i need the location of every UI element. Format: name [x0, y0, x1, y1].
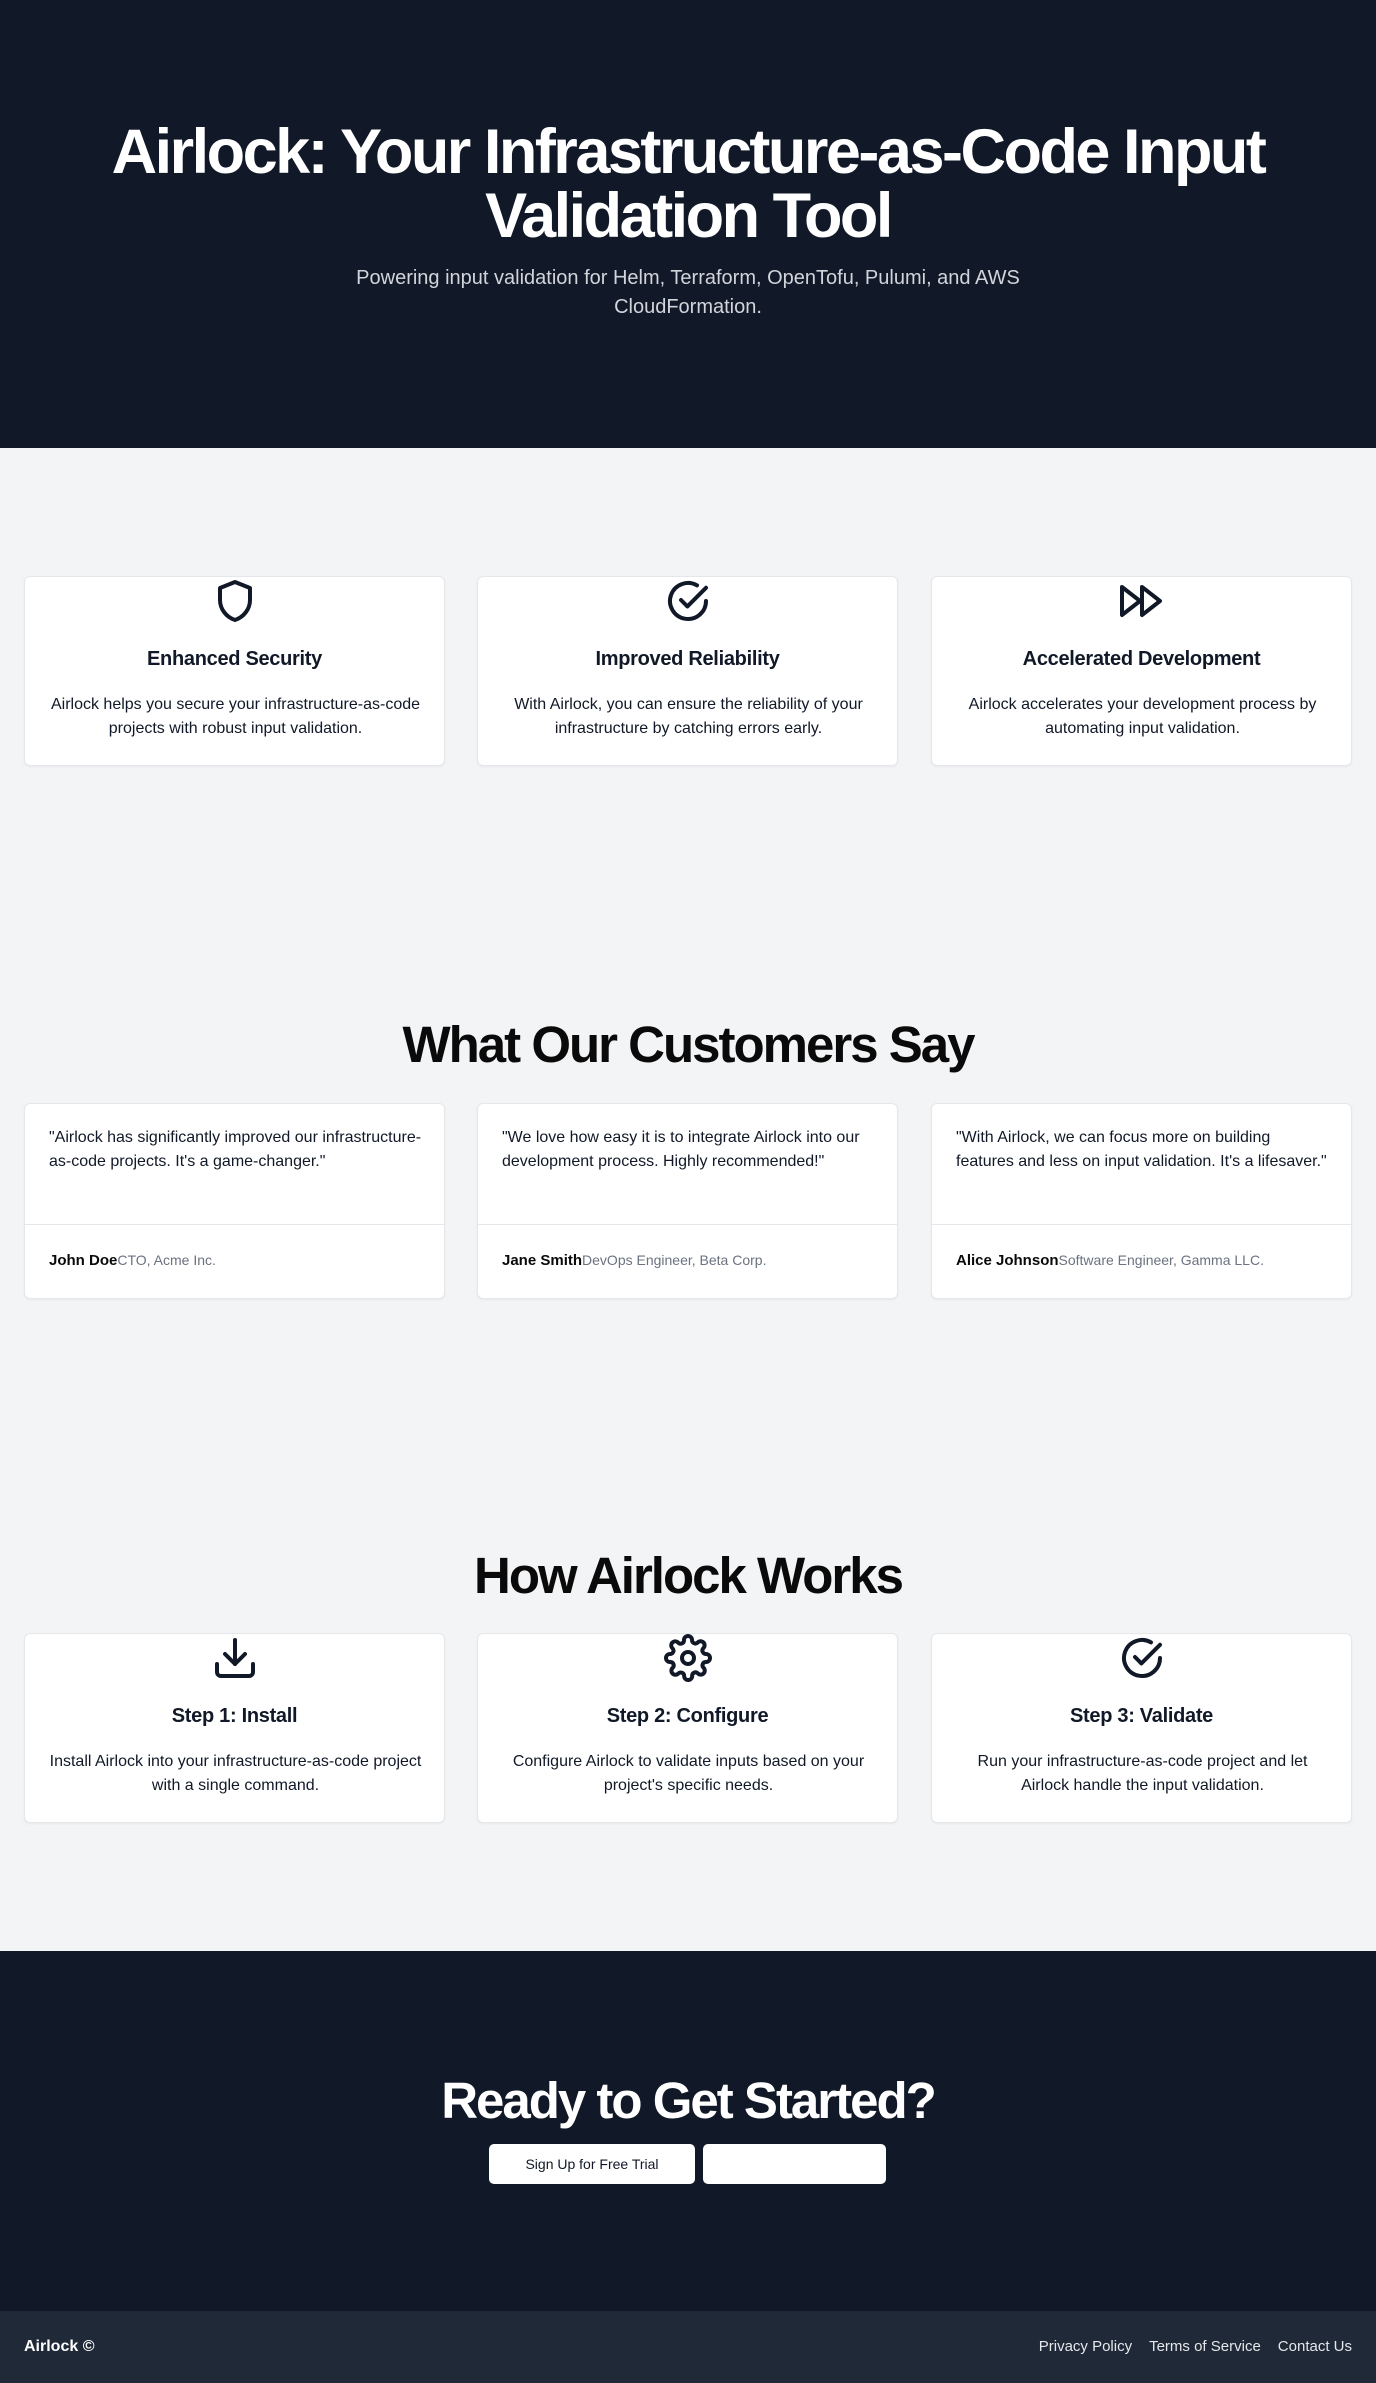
- sign-up-button[interactable]: Sign Up for Free Trial: [489, 2144, 695, 2184]
- feature-description: Airlock helps you secure your infrastruc…: [50, 696, 421, 737]
- testimonial-author: John DoeCTO, Acme Inc.: [49, 1248, 216, 1273]
- secondary-cta-button[interactable]: [703, 2144, 886, 2184]
- step-description: Install Airlock into your infrastructure…: [49, 1753, 422, 1794]
- author-name: Alice Johnson: [956, 1252, 1059, 1269]
- step-title: Step 2: Configure: [606, 1705, 769, 1727]
- check-circle-icon: [1112, 1634, 1172, 1684]
- step-description: Run your infrastructure-as-code project …: [977, 1753, 1308, 1794]
- testimonial-card: "Airlock has significantly improved our …: [24, 1103, 445, 1299]
- testimonial-author: Alice JohnsonSoftware Engineer, Gamma LL…: [956, 1248, 1264, 1273]
- hero-subtitle: Powering input validation for Helm, Terr…: [356, 267, 1020, 318]
- fast-forward-icon: [1112, 577, 1172, 627]
- feature-title: Improved Reliability: [595, 648, 780, 670]
- step-title: Step 3: Validate: [1069, 1705, 1214, 1727]
- testimonial-quote: "Airlock has significantly improved our …: [49, 1129, 422, 1170]
- terms-of-service-link[interactable]: Terms of Service: [1149, 2335, 1261, 2359]
- step-card-install: Step 1: Install Install Airlock into you…: [24, 1633, 445, 1823]
- testimonial-author: Jane SmithDevOps Engineer, Beta Corp.: [502, 1248, 766, 1273]
- divider: [25, 1224, 444, 1225]
- author-role: CTO, Acme Inc.: [117, 1252, 216, 1268]
- gear-icon: [658, 1634, 718, 1684]
- testimonial-card: "With Airlock, we can focus more on buil…: [931, 1103, 1352, 1299]
- hero-section: Airlock: Your Infrastructure-as-Code Inp…: [0, 0, 1376, 448]
- step-title: Step 1: Install: [171, 1705, 298, 1727]
- check-circle-icon: [658, 577, 718, 627]
- testimonial-quote: "With Airlock, we can focus more on buil…: [956, 1129, 1327, 1170]
- cta-title: Ready to Get Started?: [441, 2072, 937, 2129]
- step-card-configure: Step 2: Configure Configure Airlock to v…: [477, 1633, 898, 1823]
- step-description: Configure Airlock to validate inputs bas…: [512, 1753, 865, 1794]
- hero-title: Airlock: Your Infrastructure-as-Code Inp…: [111, 117, 1267, 251]
- feature-card-reliability: Improved Reliability With Airlock, you c…: [477, 576, 898, 766]
- feature-card-development: Accelerated Development Airlock accelera…: [931, 576, 1352, 766]
- author-name: Jane Smith: [502, 1252, 583, 1269]
- feature-description: Airlock accelerates your development pro…: [968, 696, 1317, 737]
- footer-brand: Airlock ©: [24, 2338, 95, 2355]
- how-it-works-title: How Airlock Works: [474, 1547, 904, 1604]
- divider: [478, 1224, 897, 1225]
- privacy-policy-link[interactable]: Privacy Policy: [1039, 2335, 1132, 2359]
- feature-description: With Airlock, you can ensure the reliabi…: [514, 696, 863, 737]
- feature-card-security: Enhanced Security Airlock helps you secu…: [24, 576, 445, 766]
- contact-us-link[interactable]: Contact Us: [1278, 2335, 1352, 2359]
- footer: Airlock © Privacy Policy Terms of Servic…: [0, 2311, 1376, 2383]
- download-icon: [205, 1634, 265, 1684]
- author-role: Software Engineer, Gamma LLC.: [1058, 1252, 1264, 1268]
- shield-icon: [205, 577, 265, 627]
- cta-section: Ready to Get Started? Sign Up for Free T…: [0, 1951, 1376, 2311]
- feature-title: Accelerated Development: [1022, 648, 1261, 670]
- feature-title: Enhanced Security: [147, 648, 322, 670]
- footer-links: Privacy Policy Terms of Service Contact …: [1039, 2335, 1352, 2359]
- divider: [932, 1224, 1351, 1225]
- testimonials-title: What Our Customers Say: [402, 1016, 976, 1073]
- testimonial-card: "We love how easy it is to integrate Air…: [477, 1103, 898, 1299]
- author-role: DevOps Engineer, Beta Corp.: [582, 1252, 767, 1268]
- step-card-validate: Step 3: Validate Run your infrastructure…: [931, 1633, 1352, 1823]
- testimonial-quote: "We love how easy it is to integrate Air…: [502, 1129, 860, 1170]
- author-name: John Doe: [49, 1252, 118, 1269]
